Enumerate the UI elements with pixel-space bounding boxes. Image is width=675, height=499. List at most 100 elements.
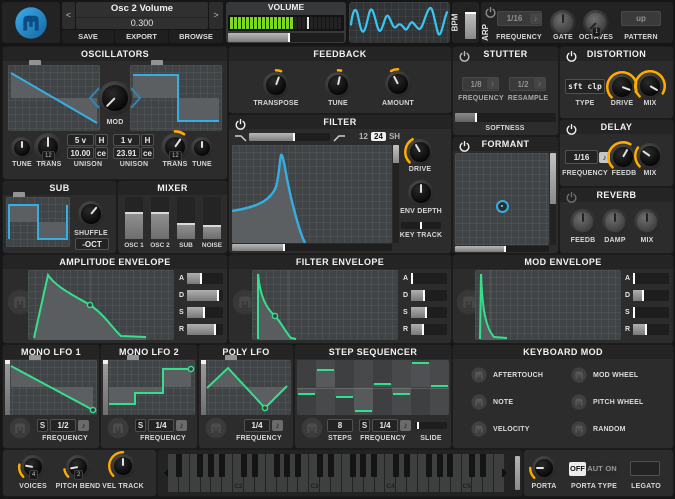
stutter-resample-sync-icon[interactable] (534, 78, 545, 89)
lfo1-seconds-button[interactable]: S (37, 419, 48, 432)
formant-y-slider[interactable] (550, 153, 556, 245)
lfo1-frequency-value[interactable]: 1/2 (50, 419, 76, 432)
filter-drive-knob[interactable] (404, 137, 433, 165)
volume-slider[interactable] (228, 33, 344, 42)
black-key[interactable] (403, 454, 410, 477)
mod-envelope-display[interactable] (475, 270, 621, 340)
stutter-frequency-sync-icon[interactable] (487, 78, 498, 89)
mixer-slider[interactable] (203, 197, 221, 239)
black-key[interactable] (240, 454, 247, 477)
patch-next-button[interactable]: > (209, 2, 223, 29)
lfo1-amplitude-handle[interactable] (5, 360, 10, 415)
poly-lfo-amplitude-handle[interactable] (201, 360, 206, 415)
filter-key-track-slider[interactable] (401, 222, 441, 229)
porta-type-auto-button[interactable]: AUT (587, 462, 603, 476)
reverb-feedback-knob[interactable] (570, 209, 596, 235)
lfo2-seconds-button[interactable]: S (135, 419, 146, 432)
step-sequencer-sync-icon[interactable] (400, 420, 411, 431)
osc-mod-knob[interactable] (98, 81, 132, 115)
distortion-mix-knob[interactable] (634, 69, 666, 99)
delay-mix-knob[interactable] (634, 143, 663, 169)
black-key[interactable] (447, 454, 454, 477)
poly-lfo-waveform-display[interactable] (201, 360, 291, 415)
osc2-unison-harmonize-button[interactable]: H (141, 134, 154, 146)
black-key[interactable] (295, 454, 302, 477)
mod-source-icon[interactable] (571, 394, 587, 410)
black-key[interactable] (251, 454, 258, 477)
black-key[interactable] (327, 454, 334, 477)
stutter-power-icon[interactable] (459, 49, 470, 62)
osc2-tune-knob[interactable] (191, 137, 213, 159)
black-key[interactable] (175, 454, 182, 477)
lfo2-amplitude-handle[interactable] (103, 360, 108, 415)
black-key[interactable] (273, 454, 280, 477)
osc1-tune-knob[interactable] (11, 137, 33, 159)
reverb-mix-knob[interactable] (634, 209, 660, 235)
black-key[interactable] (393, 454, 400, 477)
legato-toggle[interactable] (630, 461, 660, 476)
arp-frequency-sync-icon[interactable] (530, 13, 541, 24)
filter-response-display[interactable] (232, 145, 392, 243)
osc2-unison-voices[interactable]: 1 v (113, 134, 140, 146)
filter-pole-24-button[interactable]: 24 (371, 132, 386, 141)
arp-pattern-value[interactable]: up (621, 11, 661, 26)
osc2-waveform-display[interactable] (130, 65, 222, 131)
lfo1-waveform-display[interactable] (5, 360, 97, 415)
step-sequencer-frequency-value[interactable]: 1/4 (372, 419, 398, 432)
formant-power-icon[interactable] (459, 139, 470, 152)
mod-source-icon[interactable] (471, 367, 487, 383)
save-button[interactable]: SAVE (62, 30, 114, 43)
step-sequencer-steps-value[interactable]: 8 (327, 419, 353, 432)
mod-R-slider[interactable] (633, 324, 669, 335)
lfo1-sync-icon[interactable] (78, 420, 89, 431)
arp-power-icon[interactable] (485, 5, 496, 18)
export-button[interactable]: EXPORT (115, 30, 168, 43)
osc2-unison-detune[interactable]: 23.91 (113, 147, 140, 159)
distortion-type-value[interactable]: sft clp (565, 79, 605, 94)
formant-xy-marker[interactable] (496, 200, 509, 213)
osc1-unison-harmonize-button[interactable]: H (95, 134, 108, 146)
reverb-power-icon[interactable] (566, 190, 577, 203)
patch-display[interactable]: Osc 2 Volume 0.300 (76, 2, 208, 29)
osc1-waveform-display[interactable] (8, 65, 100, 131)
formant-xy-pad[interactable] (455, 153, 549, 245)
step-sequencer-slide-slider[interactable] (415, 422, 447, 429)
delay-frequency-value[interactable]: 1/16 (565, 150, 598, 164)
filter-power-icon[interactable] (235, 117, 246, 130)
poly-lfo-sync-icon[interactable] (272, 420, 283, 431)
osc1-unison-voices[interactable]: 5 v (67, 134, 94, 146)
filter-cutoff-slider[interactable] (232, 244, 392, 251)
lfo2-waveform-display[interactable] (103, 360, 195, 415)
piano-keyboard[interactable]: C2 C3 C4 C5 (168, 450, 505, 496)
black-key[interactable] (284, 454, 291, 477)
mod-A-slider[interactable] (633, 273, 669, 284)
filter-blend-slider[interactable] (249, 133, 330, 141)
porta-knob[interactable] (529, 456, 556, 480)
porta-type-off-button[interactable]: OFF (569, 462, 586, 476)
black-key[interactable] (197, 454, 204, 477)
black-key[interactable] (480, 454, 487, 477)
amplitude-envelope-display[interactable] (28, 270, 174, 340)
keyboard-scroll-right-icon[interactable] (502, 468, 512, 478)
filter-pole-sh-button[interactable]: SH (387, 132, 402, 141)
vel-track-knob[interactable] (108, 451, 135, 478)
sub-octave-button[interactable]: -OCT (75, 238, 109, 250)
mod-source-icon[interactable] (471, 394, 487, 410)
amplitude-R-slider[interactable] (187, 324, 223, 335)
formant-x-slider[interactable] (455, 246, 549, 252)
feedback-tune-knob[interactable] (325, 68, 351, 98)
step-sequencer-seconds-button[interactable]: S (359, 419, 370, 432)
black-key[interactable] (371, 454, 378, 477)
feedback-transpose-knob[interactable] (263, 69, 289, 98)
lfo2-frequency-value[interactable]: 1/4 (148, 419, 174, 432)
black-key[interactable] (360, 454, 367, 477)
filter-A-slider[interactable] (411, 273, 447, 284)
distortion-power-icon[interactable] (566, 49, 577, 62)
black-key[interactable] (436, 454, 443, 477)
filter-pole-12-button[interactable]: 12 (357, 132, 370, 141)
poly-lfo-frequency-value[interactable]: 1/4 (244, 419, 270, 432)
filter-D-slider[interactable] (411, 290, 447, 301)
browse-button[interactable]: BROWSE (169, 30, 223, 43)
lfo2-sync-icon[interactable] (176, 420, 187, 431)
filter-R-slider[interactable] (411, 324, 447, 335)
